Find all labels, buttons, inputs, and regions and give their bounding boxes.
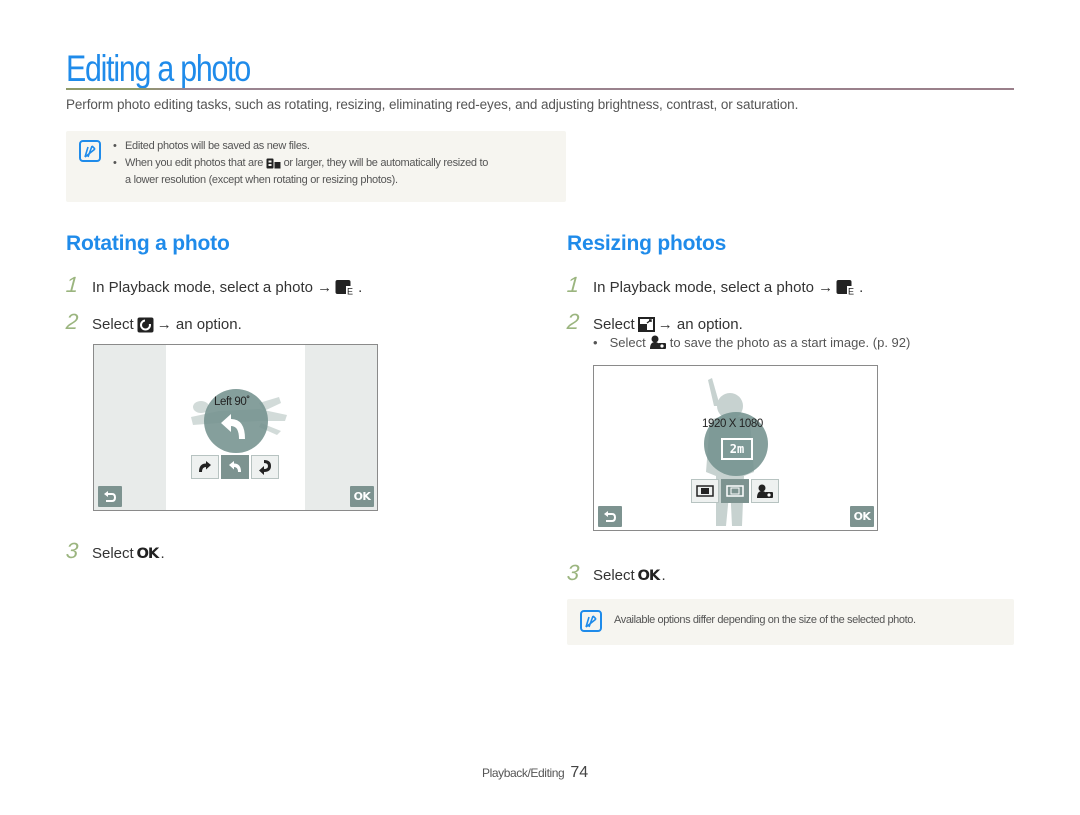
note-icon [580, 610, 602, 632]
resize-2m-option[interactable] [721, 479, 749, 503]
step-number: 1 [566, 272, 581, 297]
rotate-right-option[interactable] [191, 455, 219, 479]
resize-screen: 1920 X 1080 2m OK [593, 365, 878, 531]
ok-icon: OK [637, 567, 660, 584]
back-icon [104, 490, 116, 502]
4m-icon [696, 485, 714, 497]
back-icon [604, 510, 616, 522]
ok-button[interactable]: OK [850, 506, 874, 527]
2m-icon [726, 485, 744, 497]
ok-icon: OK [136, 545, 159, 562]
note-item: Edited photos will be saved as new files… [113, 138, 488, 155]
rotating-step-1: 1 In Playback mode, select a photo → E . [65, 272, 363, 297]
resize-4m-option[interactable] [691, 479, 719, 503]
8m-resolution-icon [266, 158, 281, 169]
start-image-option[interactable] [751, 479, 779, 503]
svg-text:E: E [848, 287, 854, 297]
step-number: 2 [566, 309, 581, 334]
start-image-icon [649, 335, 666, 350]
svg-text:E: E [347, 287, 353, 297]
note-list: Edited photos will be saved as new files… [113, 138, 488, 189]
dial-label: 1920 X 1080 [702, 418, 763, 430]
resizing-step-1: 1 In Playback mode, select a photo → E . [566, 272, 864, 297]
step-number: 3 [65, 538, 80, 563]
page-footer: Playback/Editing 74 [482, 764, 588, 782]
back-button[interactable] [598, 506, 622, 527]
note-item-continuation: a lower resolution (except when rotating… [125, 174, 398, 186]
rotate-right-icon [199, 461, 211, 472]
rotate-left-icon [229, 461, 241, 472]
resizing-step-3: 3 Select OK. [566, 560, 666, 585]
intro-paragraph: Perform photo editing tasks, such as rot… [66, 97, 799, 112]
edit-menu-icon: E [836, 279, 856, 297]
rotating-step-2: 2 Select → an option. [65, 309, 242, 334]
rotate-screen: Left 90˚ OK [93, 344, 378, 511]
rotate-icon [137, 317, 154, 333]
resize-icon [637, 317, 655, 332]
page-title: Editing a photo [66, 48, 251, 89]
ok-button[interactable]: OK [350, 486, 374, 507]
footer-section: Playback/Editing [482, 766, 565, 780]
resizing-step-2: 2 Select → an option. [566, 309, 743, 334]
rotate-left-large-icon [221, 414, 245, 439]
resize-note-text: Available options differ depending on th… [614, 614, 916, 626]
rotate-180-option[interactable] [251, 455, 279, 479]
resizing-sub-bullet: • Select to save the photo as a start im… [593, 335, 911, 350]
step-number: 2 [65, 309, 80, 334]
resize-note-box: Available options differ depending on th… [567, 599, 1014, 645]
note-icon [79, 140, 101, 162]
step-number: 1 [65, 272, 80, 297]
resolution-2m-badge: 2m [721, 438, 753, 460]
section-title-rotating: Rotating a photo [66, 232, 230, 255]
note-box: Edited photos will be saved as new files… [66, 131, 566, 202]
flip-icon [259, 460, 271, 475]
page-number: 74 [570, 764, 589, 781]
rotate-left-option[interactable] [221, 455, 249, 479]
edit-menu-icon: E [335, 279, 355, 297]
start-image-icon [757, 484, 773, 498]
dial-label: Left 90˚ [214, 396, 250, 408]
title-rule [66, 88, 1014, 90]
back-button[interactable] [98, 486, 122, 507]
note-item: When you edit photos that are or larger,… [113, 155, 488, 172]
step-number: 3 [566, 560, 581, 585]
rotating-step-3: 3 Select OK. [65, 538, 165, 563]
section-title-resizing: Resizing photos [567, 232, 727, 255]
